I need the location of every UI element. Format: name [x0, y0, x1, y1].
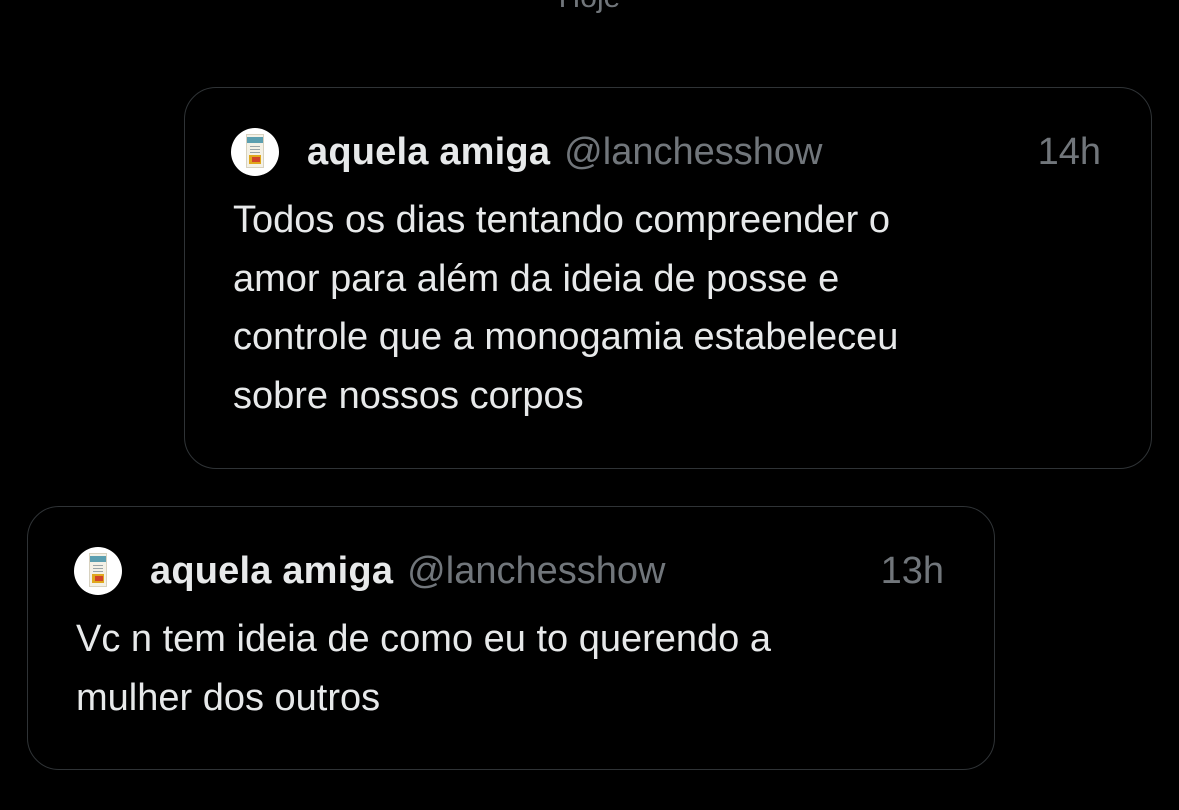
quoted-tweet-card[interactable]: aquela amiga @lanchesshow 14h Todos os d…: [184, 87, 1152, 469]
medicine-box-avatar-icon: [246, 134, 264, 168]
tweet-timestamp[interactable]: 13h: [881, 550, 944, 593]
avatar[interactable]: [74, 547, 122, 595]
medicine-box-avatar-icon: [89, 553, 107, 587]
tweet-text: Vc n tem ideia de como eu to querendo a …: [76, 618, 772, 719]
tweet-timestamp[interactable]: 14h: [1038, 131, 1101, 174]
avatar[interactable]: [231, 128, 279, 176]
user-handle[interactable]: @lanchesshow: [564, 131, 822, 174]
display-name[interactable]: aquela amiga: [307, 131, 550, 174]
tweet-header: aquela amiga @lanchesshow 13h: [74, 545, 944, 597]
tweet-header: aquela amiga @lanchesshow 14h: [231, 126, 1101, 178]
display-name[interactable]: aquela amiga: [150, 550, 393, 593]
date-separator: Hoje: [0, 0, 1179, 18]
tweet-text: Todos os dias tentando compreender o amo…: [233, 199, 899, 417]
quoted-tweet-card[interactable]: aquela amiga @lanchesshow 13h Vc n tem i…: [27, 506, 995, 770]
user-handle[interactable]: @lanchesshow: [407, 550, 665, 593]
